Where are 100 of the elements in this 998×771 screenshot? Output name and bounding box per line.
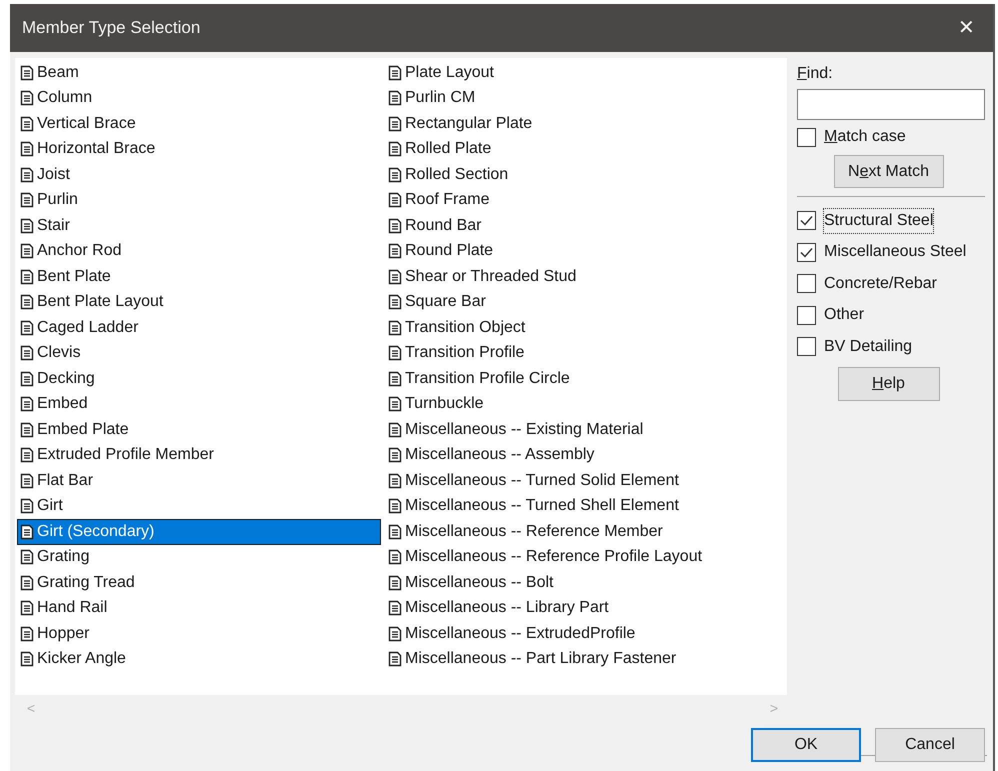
list-item[interactable]: Transition Profile — [385, 340, 781, 366]
document-icon — [20, 447, 34, 464]
list-item[interactable]: Kicker Angle — [17, 646, 381, 672]
list-item[interactable]: Column — [17, 86, 381, 111]
list-item[interactable]: Beam — [17, 60, 381, 86]
document-icon — [388, 141, 402, 158]
dialog-button[interactable]: Cancel — [875, 728, 985, 762]
document-icon — [388, 294, 402, 310]
list-item[interactable]: Miscellaneous -- Turned Solid Element — [385, 468, 781, 494]
window-title: Member Type Selection — [22, 17, 200, 40]
checkbox[interactable] — [797, 211, 816, 230]
document-icon — [388, 396, 402, 412]
list-item[interactable]: Hopper — [17, 621, 381, 646]
document-icon — [20, 472, 34, 489]
list-item[interactable]: Grating Tread — [17, 570, 381, 596]
document-icon — [388, 268, 402, 285]
list-item[interactable]: Embed — [17, 392, 381, 417]
help-button[interactable]: Help — [838, 366, 940, 400]
list-item[interactable]: Purlin — [17, 188, 381, 213]
list-item[interactable]: Hand Rail — [17, 596, 381, 621]
list-item[interactable]: Miscellaneous -- Reference Profile Layout — [385, 544, 781, 570]
document-icon — [388, 370, 402, 387]
filter-label: Concrete/Rebar — [824, 274, 937, 294]
list-item[interactable]: Extruded Profile Member — [17, 442, 381, 468]
document-icon — [20, 192, 34, 208]
checkbox[interactable] — [797, 274, 816, 294]
list-item[interactable]: Girt — [17, 494, 381, 519]
list-item[interactable]: Miscellaneous -- Part Library Fastener — [385, 646, 781, 672]
document-icon — [20, 218, 34, 234]
filter-label: Other — [824, 305, 864, 326]
list-item[interactable]: Miscellaneous -- Library Part — [385, 596, 781, 621]
list-item[interactable]: Anchor Rod — [17, 238, 381, 264]
list-item[interactable]: Transition Object — [385, 315, 781, 340]
document-icon — [388, 651, 402, 668]
list-item[interactable]: Square Bar — [385, 290, 781, 315]
list-item[interactable]: Clevis — [17, 340, 381, 366]
list-item[interactable]: Shear or Threaded Stud — [385, 264, 781, 290]
document-icon — [20, 90, 34, 106]
list-item[interactable]: Bent Plate Layout — [17, 290, 381, 315]
list-item[interactable]: Girt (Secondary) — [17, 519, 381, 544]
checkbox[interactable] — [797, 128, 816, 146]
dialog-button[interactable]: OK — [751, 728, 861, 762]
next-match-button[interactable]: Next Match — [834, 155, 944, 188]
document-icon — [20, 396, 34, 412]
list-item[interactable]: Embed Plate — [17, 417, 381, 442]
list-item[interactable]: Joist — [17, 162, 381, 188]
document-icon — [20, 345, 34, 362]
list-item[interactable]: Purlin CM — [385, 86, 781, 111]
document-icon — [20, 370, 34, 387]
list-item[interactable]: Stair — [17, 213, 381, 238]
document-icon — [20, 549, 34, 566]
find-label: Find: — [797, 64, 834, 84]
document-icon — [388, 243, 402, 260]
document-icon — [388, 524, 402, 540]
document-icon — [388, 498, 402, 514]
list-item[interactable]: Grating — [17, 544, 381, 570]
filter-label: BV Detailing — [824, 336, 912, 357]
checkbox[interactable] — [797, 306, 816, 325]
list-item[interactable]: Rolled Section — [385, 162, 781, 188]
list-item[interactable]: Round Bar — [385, 213, 781, 238]
list-item[interactable]: Decking — [17, 366, 381, 392]
document-icon — [20, 243, 34, 260]
document-icon — [20, 422, 34, 438]
list-item[interactable]: Horizontal Brace — [17, 136, 381, 162]
list-item[interactable]: Vertical Brace — [17, 111, 381, 136]
list-item[interactable]: Miscellaneous -- Reference Member — [385, 519, 781, 544]
document-icon — [388, 192, 402, 208]
list-item[interactable]: Round Plate — [385, 238, 781, 264]
document-icon — [388, 64, 402, 81]
document-icon — [388, 472, 402, 489]
list-item[interactable]: Miscellaneous -- Assembly — [385, 442, 781, 468]
list-item[interactable]: Rolled Plate — [385, 136, 781, 162]
list-item[interactable]: Miscellaneous -- Existing Material — [385, 417, 781, 442]
document-icon — [388, 626, 402, 642]
list-item[interactable]: Miscellaneous -- Bolt — [385, 570, 781, 596]
match-case-label: Match case — [824, 127, 906, 147]
checkbox[interactable] — [797, 242, 816, 262]
list-item[interactable]: Miscellaneous -- ExtrudedProfile — [385, 621, 781, 646]
list-item[interactable]: Miscellaneous -- Turned Shell Element — [385, 494, 781, 519]
document-icon — [20, 141, 34, 158]
document-icon — [20, 294, 34, 310]
document-icon — [388, 549, 402, 566]
list-item[interactable]: Caged Ladder — [17, 315, 381, 340]
document-icon — [20, 600, 34, 616]
list-item[interactable]: Flat Bar — [17, 468, 381, 494]
document-icon — [20, 498, 34, 514]
document-icon — [388, 166, 402, 183]
check-icon — [800, 215, 813, 226]
list-item[interactable]: Transition Profile Circle — [385, 366, 781, 392]
list-item[interactable]: Plate Layout — [385, 60, 781, 86]
list-item[interactable]: Turnbuckle — [385, 392, 781, 417]
find-field[interactable] — [797, 89, 985, 120]
list-item[interactable]: Roof Frame — [385, 188, 781, 213]
list-item[interactable]: Bent Plate — [17, 264, 381, 290]
document-icon — [20, 64, 34, 81]
document-icon — [20, 524, 34, 540]
close-button[interactable]: ✕ — [954, 13, 979, 43]
list-item[interactable]: Rectangular Plate — [385, 111, 781, 136]
document-icon — [20, 626, 34, 642]
checkbox[interactable] — [797, 337, 816, 356]
